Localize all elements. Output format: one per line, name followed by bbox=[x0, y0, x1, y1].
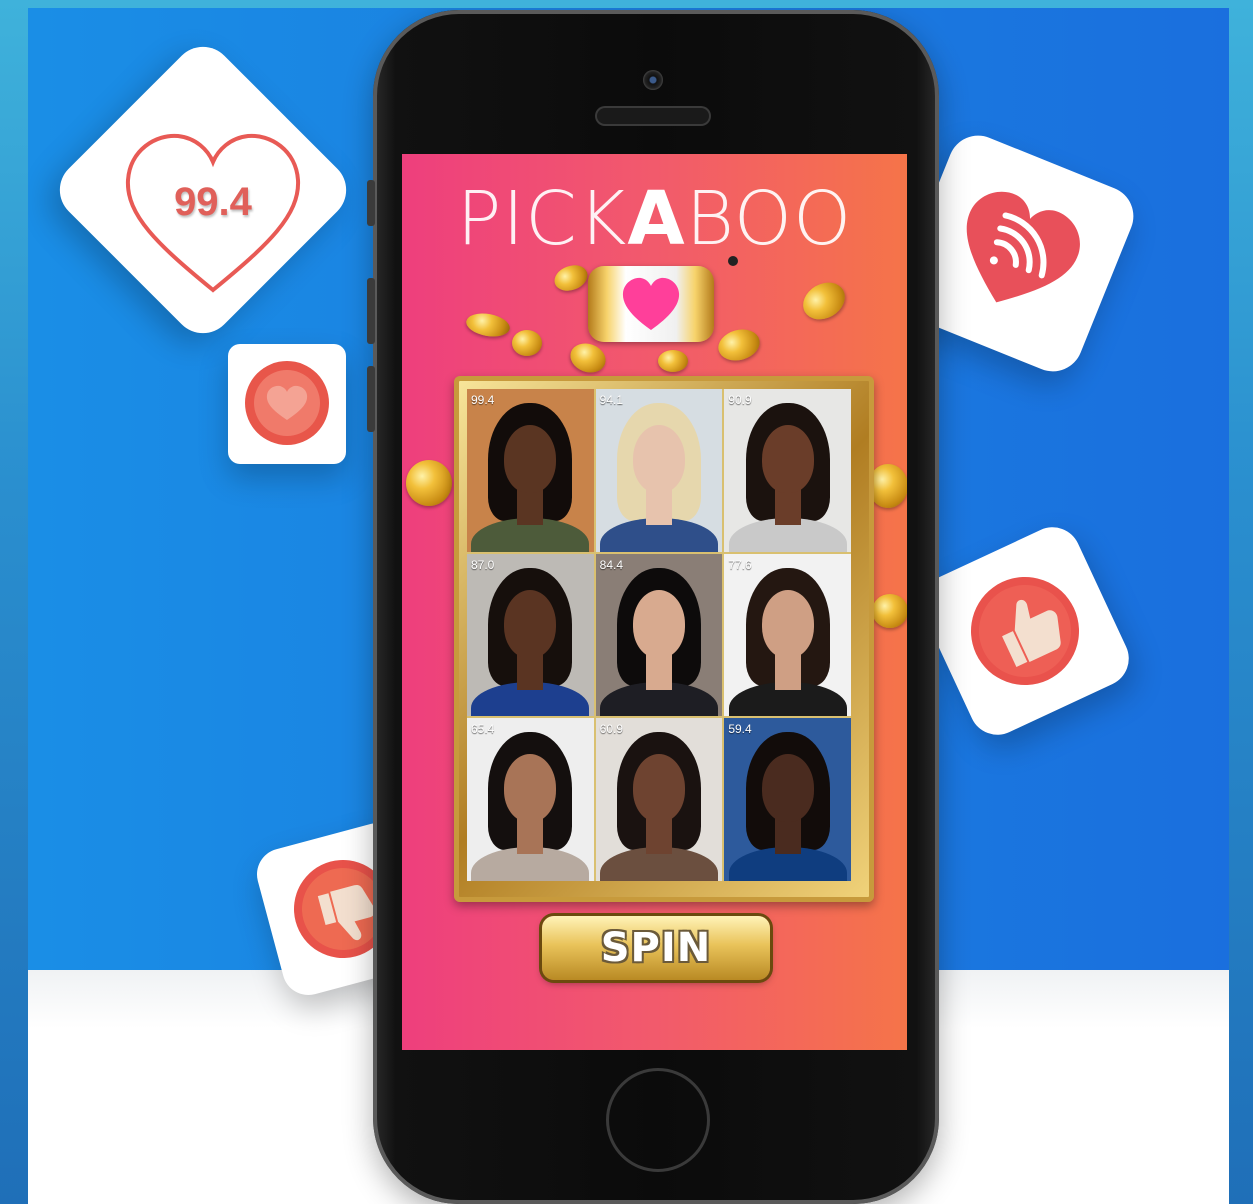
spin-button[interactable]: SPIN bbox=[542, 916, 770, 980]
photo-neck bbox=[774, 489, 801, 525]
photo-neck bbox=[517, 653, 544, 690]
app-screen: PICKABOO 99.4 94.1 90.9 87.0 84.4 77.6 6… bbox=[402, 154, 907, 1050]
profile-photo-cell[interactable]: 99.4 bbox=[467, 389, 594, 552]
gold-coin bbox=[566, 338, 610, 378]
profile-score: 84.4 bbox=[599, 557, 624, 572]
profile-photo-cell[interactable]: 65.4 bbox=[467, 718, 594, 881]
profile-score: 60.9 bbox=[599, 722, 624, 737]
gold-coin bbox=[714, 325, 764, 365]
profile-photo-cell[interactable]: 60.9 bbox=[595, 718, 723, 881]
photo-face bbox=[761, 754, 814, 823]
photo-face bbox=[504, 425, 557, 493]
photo-face bbox=[504, 589, 557, 658]
photo-neck bbox=[774, 818, 801, 855]
heart-coin-tile bbox=[228, 344, 346, 464]
promo-canvas: 99.4 PICKABOO 99.4 94.1 90.9 87.0 84.4 7… bbox=[28, 8, 1229, 1204]
logo-pick: PICK bbox=[456, 176, 628, 262]
profile-photo-cell[interactable]: 87.0 bbox=[467, 553, 594, 717]
photo-face bbox=[761, 425, 814, 493]
photo-grid: 99.4 94.1 90.9 87.0 84.4 77.6 65.4 60.9 59.4 bbox=[467, 389, 851, 881]
photo-neck bbox=[517, 489, 544, 525]
gold-coin bbox=[796, 275, 852, 327]
profile-photo-cell[interactable]: 94.1 bbox=[595, 389, 723, 552]
front-camera bbox=[643, 70, 663, 90]
gold-coin bbox=[464, 310, 512, 340]
gold-coin bbox=[406, 460, 452, 506]
phone-volume-down bbox=[367, 366, 375, 432]
gold-coin bbox=[658, 350, 688, 372]
photo-grid-frame: 99.4 94.1 90.9 87.0 84.4 77.6 65.4 60.9 59.4 bbox=[454, 376, 874, 902]
thumbs-up-icon bbox=[971, 577, 1079, 685]
photo-face bbox=[504, 754, 557, 823]
profile-score: 87.0 bbox=[471, 557, 495, 572]
photo-face bbox=[632, 589, 685, 658]
profile-score: 99.4 bbox=[471, 393, 495, 407]
heart-coin-icon bbox=[245, 361, 329, 445]
photo-neck bbox=[645, 653, 672, 690]
photo-face bbox=[761, 589, 814, 658]
logo-a: A bbox=[627, 176, 686, 262]
phone-device: PICKABOO 99.4 94.1 90.9 87.0 84.4 77.6 6… bbox=[367, 10, 939, 1204]
earpiece-speaker bbox=[597, 108, 709, 124]
photo-face bbox=[632, 754, 685, 823]
profile-photo-cell[interactable]: 84.4 bbox=[595, 553, 723, 717]
photo-neck bbox=[517, 818, 544, 855]
photo-neck bbox=[645, 818, 672, 855]
phone-volume-up bbox=[367, 278, 375, 344]
photo-neck bbox=[774, 653, 801, 690]
logo-boo: BOO bbox=[685, 176, 853, 262]
top-score-value: 99.4 bbox=[174, 180, 252, 224]
gold-coin bbox=[872, 594, 907, 628]
profile-score: 94.1 bbox=[599, 393, 624, 407]
profile-photo-cell[interactable]: 90.9 bbox=[724, 389, 851, 552]
profile-score: 65.4 bbox=[471, 722, 495, 737]
phone-mute-switch bbox=[367, 180, 375, 226]
gold-coin bbox=[550, 260, 592, 296]
gold-coin bbox=[512, 330, 542, 356]
pink-heart-icon bbox=[622, 277, 680, 330]
profile-score: 77.6 bbox=[728, 557, 752, 572]
photo-face bbox=[632, 425, 685, 493]
app-logo: PICKABOO bbox=[402, 176, 907, 262]
profile-photo-cell[interactable]: 77.6 bbox=[724, 553, 851, 717]
slide-frame: 99.4 PICKABOO 99.4 94.1 90.9 87.0 84.4 7… bbox=[0, 0, 1253, 1204]
profile-score: 59.4 bbox=[728, 722, 752, 737]
slot-machine-badge bbox=[588, 256, 738, 342]
profile-score: 90.9 bbox=[728, 393, 752, 407]
slot-lever-knob bbox=[728, 256, 738, 266]
photo-neck bbox=[645, 489, 672, 525]
home-button[interactable] bbox=[606, 1068, 710, 1172]
profile-photo-cell[interactable]: 59.4 bbox=[724, 718, 851, 881]
heart-wifi-icon bbox=[966, 191, 1080, 303]
